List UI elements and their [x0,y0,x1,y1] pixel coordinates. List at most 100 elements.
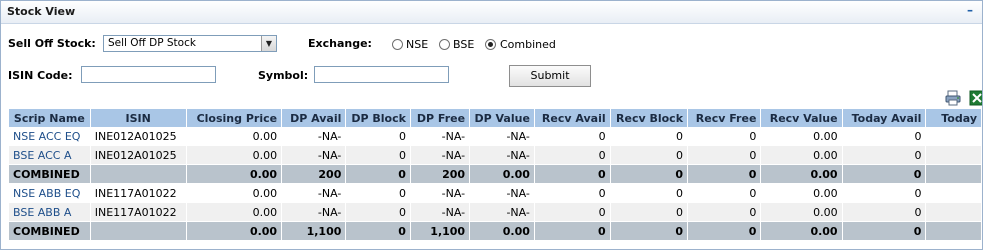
table-cell: 0 [687,221,762,241]
table-cell: 0.00 [469,164,535,184]
table-cell: -NA- [281,183,347,203]
table-cell: 0.00 [760,183,843,203]
table-cell: 0.00 [760,221,843,241]
sell-off-stock-select[interactable]: Sell Off DP Stock ▼ [103,35,277,52]
table-cell: -NA- [469,183,535,203]
table-cell: 0.00 [186,127,283,146]
table-cell: 0 [345,183,411,203]
table-cell: COMBINED [9,221,91,241]
table-cell: 0 [345,145,411,165]
excel-export-icon[interactable] [969,90,982,106]
table-cell: 200 [281,164,347,184]
table-cell: 0 [842,127,927,146]
table-cell: 0 [842,183,927,203]
radio-combined[interactable] [485,39,496,50]
table-cell: 0.00 [186,202,283,222]
isin-code-input[interactable] [81,66,216,83]
radio-bse-label: BSE [453,38,475,51]
table-cell: 0 [345,221,411,241]
table-cell: 0 [534,164,611,184]
table-row: NSE ABB EQ INE117A01022 0.00 -NA- 0 -NA- -NA- 0… [9,183,982,203]
symbol-input[interactable] [314,66,449,83]
table-cell: -NA- [410,202,471,222]
table-cell: 0.00 [186,221,283,241]
combined-total-row: COMBINED 0.00 200 0 200 0.00 0 0 0 0.00 0 [9,164,982,184]
table-cell: 0.00 [469,221,535,241]
combined-total-row: COMBINED 0.00 1,100 0 1,100 0.00 0 0 0 0.00 0 [9,221,982,241]
radio-nse-label: NSE [406,38,429,51]
table-cell: 0.00 [186,183,283,203]
table-cell [925,127,982,146]
scrip-name-link[interactable]: NSE ABB EQ [9,183,91,203]
radio-nse[interactable] [392,39,403,50]
table-cell: 0 [842,202,927,222]
sell-off-stock-value: Sell Off DP Stock [108,37,196,49]
column-header[interactable]: DP Free [410,109,471,127]
table-cell: -NA- [281,202,347,222]
table-cell: INE012A01025 [90,127,187,146]
table-cell [90,221,187,241]
table-cell: 0 [842,145,927,165]
column-header[interactable]: Recv Avail [534,109,611,127]
scrip-name-link[interactable]: NSE ACC EQ [9,127,91,146]
table-cell: 0 [842,164,927,184]
table-cell: -NA- [469,127,535,146]
scrip-name-link[interactable]: BSE ACC A [9,145,91,165]
table-cell: INE117A01022 [90,183,187,203]
table-cell: 0 [534,183,611,203]
table-cell: -NA- [410,183,471,203]
column-header[interactable]: Today [925,109,982,127]
column-header[interactable]: Recv Free [687,109,762,127]
column-header[interactable]: Recv Block [610,109,689,127]
table-cell: 0 [534,127,611,146]
table-cell: -NA- [281,145,347,165]
table-cell: 0.00 [760,202,843,222]
column-header[interactable]: Scrip Name [9,109,91,127]
table-cell: 0 [610,164,689,184]
scrip-name-link[interactable]: BSE ABB A [9,202,91,222]
table-cell: 200 [410,164,471,184]
table-cell: 0.00 [186,145,283,165]
table-cell [90,164,187,184]
panel-title: Stock View [7,5,76,18]
table-cell [925,183,982,203]
table-header-row: Scrip Name ISIN Closing Price DP Avail DP Bl… [9,109,982,127]
column-header[interactable]: Recv Value [760,109,843,127]
table-cell: 0.00 [760,164,843,184]
table-cell: 0 [687,145,762,165]
column-header[interactable]: DP Value [469,109,535,127]
table-cell: 0.00 [760,127,843,146]
table-row: BSE ACC A INE012A01025 0.00 -NA- 0 -NA- -NA- 0 0… [9,145,982,165]
table-cell: 0 [345,164,411,184]
submit-button[interactable]: Submit [509,65,591,87]
table-cell: -NA- [469,145,535,165]
column-header[interactable]: Closing Price [186,109,283,127]
table-cell: -NA- [410,127,471,146]
column-header[interactable]: DP Block [345,109,411,127]
table-cell: 0 [345,127,411,146]
radio-bse[interactable] [439,39,450,50]
sell-off-stock-label: Sell Off Stock: [8,37,96,50]
stock-table: Scrip Name ISIN Closing Price DP Avail DP Bl… [9,109,982,241]
table-cell: 0 [610,145,689,165]
chevron-down-icon[interactable]: ▼ [261,36,276,51]
symbol-label: Symbol: [258,69,309,82]
table-cell: 0 [687,202,762,222]
table-cell: INE117A01022 [90,202,187,222]
column-header[interactable]: Today Avail [842,109,927,127]
minimize-icon[interactable]: – [964,3,976,17]
table-cell: -NA- [281,127,347,146]
table-cell: 0.00 [186,164,283,184]
table-cell [925,164,982,184]
table-cell: 0 [687,164,762,184]
table-row: BSE ABB A INE117A01022 0.00 -NA- 0 -NA- -NA- 0 0… [9,202,982,222]
print-icon[interactable] [945,90,961,106]
table-cell: 0 [687,183,762,203]
table-cell [925,202,982,222]
table-cell: 0 [534,145,611,165]
column-header[interactable]: DP Avail [281,109,347,127]
column-header[interactable]: ISIN [90,109,187,127]
table-cell: COMBINED [9,164,91,184]
table-cell: 0 [534,202,611,222]
table-row: NSE ACC EQ INE012A01025 0.00 -NA- 0 -NA- -NA- 0… [9,127,982,146]
